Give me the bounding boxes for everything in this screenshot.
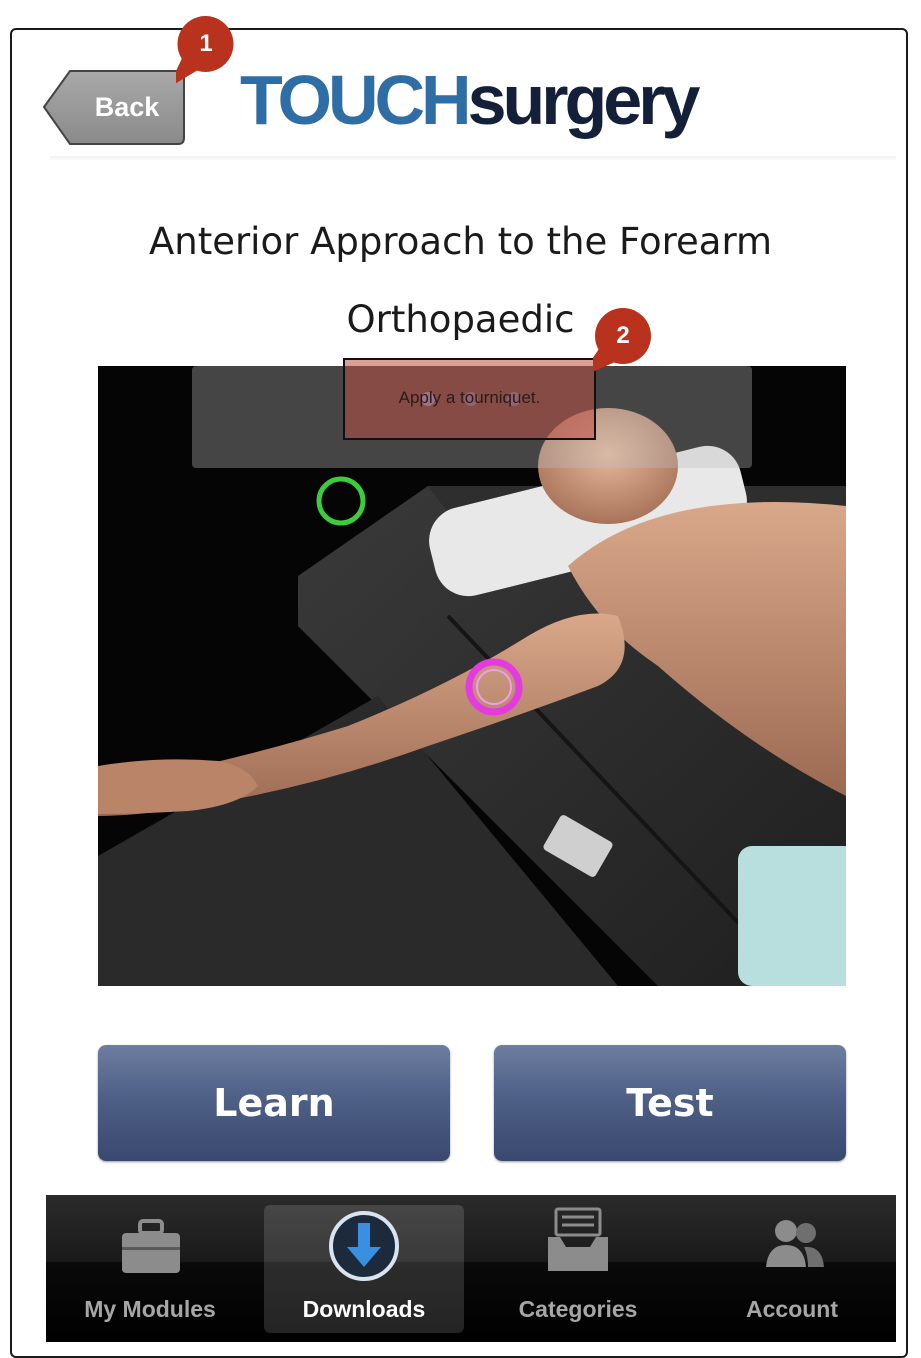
logo-touch: TOUCH <box>240 61 472 139</box>
surgery-scene <box>98 366 846 986</box>
header-divider <box>50 156 896 160</box>
briefcase-icon <box>122 1219 180 1273</box>
callout-badge-1: 1 <box>176 14 236 84</box>
test-button[interactable]: Test <box>494 1045 846 1161</box>
back-button-label: Back <box>94 92 160 122</box>
download-arrow-icon <box>329 1211 399 1281</box>
callout-badge-1-label: 1 <box>199 30 213 57</box>
back-button[interactable]: Back <box>42 69 186 146</box>
tab-categories[interactable]: Categories <box>478 1195 678 1342</box>
tab-downloads[interactable]: Downloads <box>264 1205 464 1333</box>
tray-icon <box>548 1207 608 1271</box>
instruction-text: Apply a tourniquet. <box>398 388 541 407</box>
surgery-3d-viewer[interactable] <box>98 366 846 986</box>
module-title: Anterior Approach to the Forearm <box>148 220 773 263</box>
callout-badge-2-label: 2 <box>616 322 630 349</box>
people-icon <box>766 1220 824 1267</box>
logo-surgery: surgery <box>467 61 701 139</box>
tab-my-modules-label: My Modules <box>84 1296 216 1322</box>
module-category: Orthopaedic <box>346 298 575 341</box>
tab-categories-label: Categories <box>518 1296 638 1322</box>
tab-downloads-label: Downloads <box>302 1296 426 1322</box>
learn-button[interactable]: Learn <box>98 1045 450 1161</box>
tab-account-label: Account <box>746 1296 838 1322</box>
tab-account[interactable]: Account <box>692 1195 892 1342</box>
tab-bar: My Modules Downloads Categories Account <box>46 1195 896 1342</box>
callout-badge-2: 2 <box>593 306 653 372</box>
tab-my-modules[interactable]: My Modules <box>50 1195 250 1342</box>
touchsurgery-logo: TOUCHsurgery <box>240 60 701 140</box>
